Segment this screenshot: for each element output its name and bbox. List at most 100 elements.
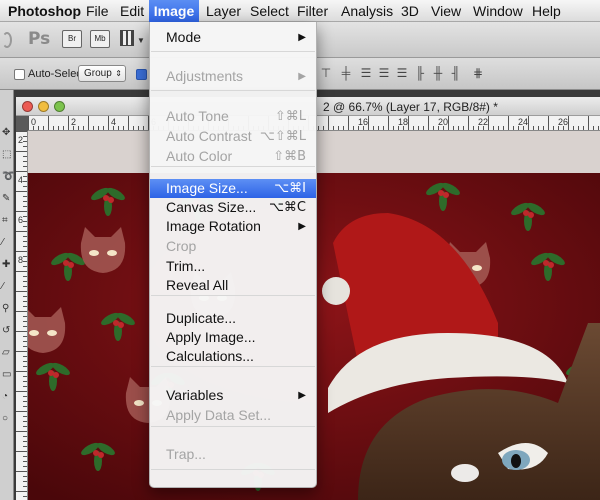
quick-select-tool-icon[interactable]: ✎ — [2, 194, 12, 204]
menu-3d[interactable]: 3D — [401, 0, 419, 22]
ruler-tick — [23, 286, 27, 287]
ruler-tick — [23, 496, 27, 497]
ruler-tick — [483, 126, 484, 130]
gradient-tool-icon[interactable]: ▭ — [2, 370, 12, 380]
ruler-tick — [543, 126, 544, 130]
show-transform-controls-checkbox[interactable] — [136, 69, 147, 80]
menu-item-apply-image[interactable]: Apply Image... — [150, 328, 316, 347]
ruler-tick — [23, 441, 27, 442]
marquee-tool-icon[interactable]: ⬚ — [2, 150, 12, 160]
ruler-tick — [83, 126, 84, 130]
ruler-tick — [23, 381, 27, 382]
ruler-tick — [378, 126, 379, 130]
ruler-tick — [33, 126, 34, 130]
menu-separator — [151, 426, 315, 427]
rotate-view-icon[interactable] — [2, 32, 12, 48]
ruler-tick — [23, 196, 27, 197]
menu-item-shortcut: ⇧⌘B — [273, 149, 306, 164]
close-window-icon[interactable] — [22, 101, 33, 112]
ruler-tick — [323, 126, 324, 130]
menu-item-label: Trap... — [166, 446, 206, 462]
menu-item-mode[interactable]: Mode ▶ — [150, 28, 316, 47]
menu-item-label: Image Size... — [166, 180, 248, 196]
ruler-tick — [23, 481, 27, 482]
menu-photoshop[interactable]: Photoshop — [8, 0, 81, 22]
ruler-tick — [338, 126, 339, 130]
menu-item-calculations[interactable]: Calculations... — [150, 347, 316, 366]
zoom-window-icon[interactable] — [54, 101, 65, 112]
ruler-tick — [23, 176, 27, 177]
ruler-tick — [358, 126, 359, 130]
menu-help[interactable]: Help — [532, 0, 561, 22]
menu-window[interactable]: Window — [473, 0, 523, 22]
menu-analysis[interactable]: Analysis — [341, 0, 393, 22]
ruler-tick — [493, 126, 494, 130]
menu-item-reveal-all[interactable]: Reveal All — [150, 276, 316, 295]
blur-tool-icon[interactable]: ◔ — [2, 392, 12, 402]
menu-item-duplicate[interactable]: Duplicate... — [150, 309, 316, 328]
history-brush-tool-icon[interactable]: ↺ — [2, 326, 12, 336]
ruler-tick — [373, 126, 374, 130]
ruler-tick — [23, 206, 27, 207]
minimize-window-icon[interactable] — [38, 101, 49, 112]
view-extras-dropdown-icon[interactable]: ▼ — [137, 36, 145, 56]
ruler-tick — [393, 126, 394, 130]
lasso-tool-icon[interactable]: ➰ — [2, 172, 14, 182]
distribute-bottom-icon[interactable]: ☰ — [396, 67, 408, 80]
crop-tool-icon[interactable]: ⌗ — [2, 216, 12, 226]
ruler-tick — [23, 486, 27, 487]
align-center-icon[interactable]: ╪ — [340, 67, 352, 80]
mini-bridge-button[interactable]: Mb — [90, 30, 110, 48]
menu-layer[interactable]: Layer — [206, 0, 241, 22]
ruler-tick — [23, 321, 27, 322]
ruler-tick — [103, 126, 104, 130]
ruler-tick — [16, 211, 27, 212]
menu-separator — [151, 295, 315, 296]
menu-item-variables[interactable]: Variables ▶ — [150, 386, 316, 405]
auto-select-checkbox[interactable] — [14, 69, 25, 80]
menu-item-trim[interactable]: Trim... — [150, 257, 316, 276]
auto-select-target-select[interactable]: Group ⇕ — [78, 65, 126, 82]
menu-item-canvas-size[interactable]: Canvas Size... ⌥⌘C — [150, 198, 316, 217]
move-tool-icon[interactable]: ✥ — [2, 128, 12, 138]
ruler-tick — [16, 311, 27, 312]
eyedropper-tool-icon[interactable]: ⁄ — [2, 238, 12, 248]
distribute-vcenter-icon[interactable]: ☰ — [378, 67, 390, 80]
clone-tool-icon[interactable]: ⚲ — [2, 304, 12, 314]
menu-item-image-rotation[interactable]: Image Rotation ▶ — [150, 217, 316, 236]
align-top-icon[interactable]: ⊤ — [320, 67, 332, 80]
menu-item-crop: Crop — [150, 237, 316, 256]
ruler-tick — [23, 136, 27, 137]
distribute-right-icon[interactable]: ╢ — [450, 67, 462, 80]
menu-select[interactable]: Select — [250, 0, 289, 22]
ruler-tick — [23, 186, 27, 187]
menu-file[interactable]: File — [86, 0, 109, 22]
select-arrows-icon: ⇕ — [115, 69, 122, 78]
ruler-tick — [16, 231, 27, 232]
menu-item-shortcut: ⌥⌘I — [274, 181, 306, 196]
distribute-left-icon[interactable]: ╟ — [414, 67, 426, 80]
menu-view[interactable]: View — [431, 0, 461, 22]
ruler-tick — [23, 326, 27, 327]
view-extras-icon[interactable] — [120, 30, 134, 46]
distribute-hcenter-icon[interactable]: ╫ — [432, 67, 444, 80]
distribute-top-icon[interactable]: ☰ — [360, 67, 372, 80]
menu-edit[interactable]: Edit — [120, 0, 144, 22]
brush-tool-icon[interactable]: ∕ — [2, 282, 12, 292]
auto-align-layers-icon[interactable]: ⋕ — [472, 67, 484, 80]
bridge-button[interactable]: Br — [62, 30, 82, 48]
ruler-tick — [553, 126, 554, 130]
ruler-tick — [23, 201, 27, 202]
dodge-tool-icon[interactable]: ○ — [2, 414, 12, 424]
menu-image[interactable]: Image — [149, 0, 199, 22]
ruler-tick — [23, 421, 27, 422]
menu-item-image-size[interactable]: Image Size... ⌥⌘I — [150, 179, 316, 198]
menu-filter[interactable]: Filter — [297, 0, 328, 22]
ruler-tick — [353, 126, 354, 130]
ruler-tick — [23, 341, 27, 342]
eraser-tool-icon[interactable]: ▱ — [2, 348, 12, 358]
ruler-tick — [513, 126, 514, 130]
ruler-tick — [428, 116, 429, 130]
healing-tool-icon[interactable]: ✚ — [2, 260, 12, 270]
ruler-tick — [23, 461, 27, 462]
